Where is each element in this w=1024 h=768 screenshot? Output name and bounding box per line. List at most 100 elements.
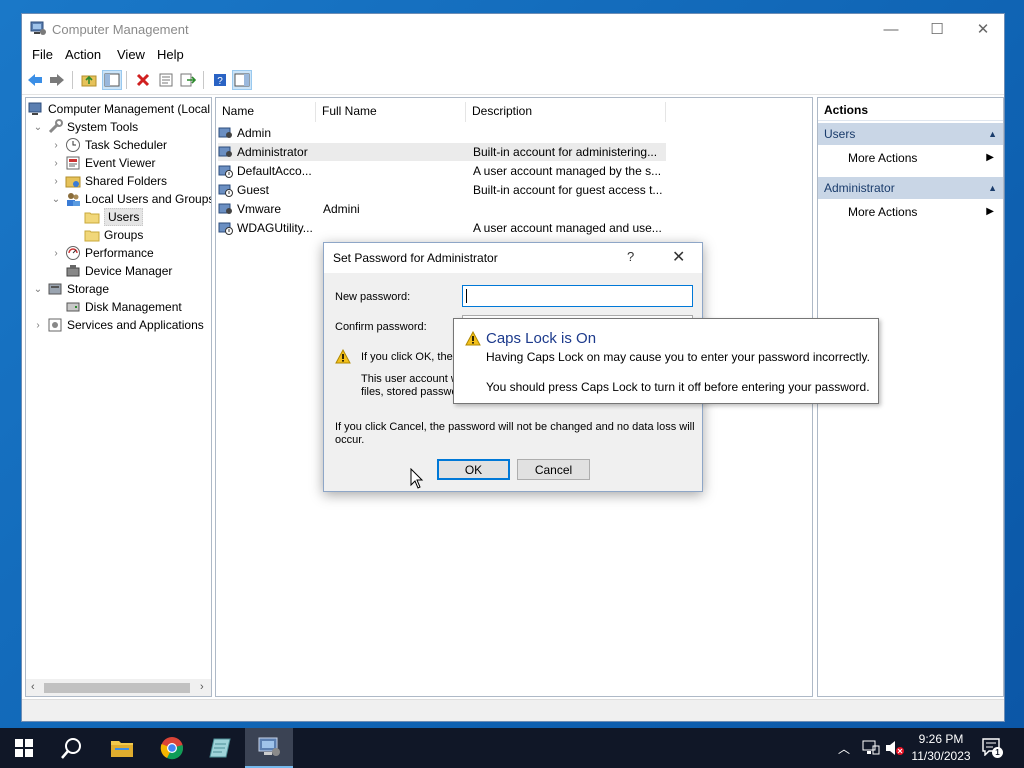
back-button[interactable] <box>25 70 45 90</box>
tree-item-groups[interactable]: Groups <box>84 226 143 244</box>
tree-item-event-viewer[interactable]: › Event Viewer <box>50 154 155 172</box>
tree-item-root[interactable]: Computer Management (Local <box>28 100 210 118</box>
tree-item-task-scheduler[interactable]: › Task Scheduler <box>50 136 167 154</box>
list-item[interactable]: Vmware Admini <box>218 200 666 218</box>
forward-button[interactable] <box>47 70 67 90</box>
dialog-close-icon[interactable]: ✕ <box>672 247 685 267</box>
chevron-right-icon[interactable]: › <box>50 139 62 151</box>
tree-item-shared-folders[interactable]: › Shared Folders <box>50 172 167 190</box>
menu-file[interactable]: File <box>32 47 53 62</box>
chevron-down-icon[interactable]: ⌄ <box>50 193 62 205</box>
tree-item-device-manager[interactable]: Device Manager <box>65 262 172 280</box>
start-button[interactable] <box>0 728 48 768</box>
folder-icon <box>84 227 100 243</box>
tree-item-users[interactable]: Users <box>84 208 144 226</box>
chrome-button[interactable] <box>148 728 196 768</box>
text-caret <box>466 289 467 303</box>
tree-item-services-apps[interactable]: › Services and Applications <box>32 316 203 334</box>
help-button[interactable]: ? <box>210 70 230 90</box>
collapse-up-icon[interactable]: ▲ <box>988 177 997 199</box>
column-header-description[interactable]: Description <box>466 102 666 122</box>
cancel-note-line1: If you click Cancel, the password will n… <box>335 421 695 433</box>
title-bar[interactable]: Computer Management — ☐ ✕ <box>22 14 1004 44</box>
maximize-icon: ☐ <box>930 21 944 38</box>
delete-button[interactable] <box>133 70 153 90</box>
clock-date[interactable]: 11/30/2023 <box>908 749 974 763</box>
back-arrow-icon <box>28 74 42 86</box>
notification-center-button[interactable]: 1 <box>982 738 1003 758</box>
more-actions-administrator[interactable]: More Actions ▶ <box>848 202 998 222</box>
forward-arrow-icon <box>50 74 64 86</box>
collapse-up-icon[interactable]: ▲ <box>988 123 997 145</box>
tree-item-storage[interactable]: ⌄ Storage <box>32 280 109 298</box>
chevron-down-icon[interactable]: ⌄ <box>32 283 44 295</box>
list-item[interactable]: Admin <box>218 124 666 142</box>
file-explorer-button[interactable] <box>98 728 146 768</box>
scroll-thumb[interactable] <box>44 683 190 693</box>
disk-icon <box>65 299 81 315</box>
tree-horizontal-scrollbar[interactable]: ‹ › <box>26 679 211 696</box>
user-name: DefaultAcco... <box>237 164 312 178</box>
user-name: Vmware <box>237 202 282 216</box>
clock-time[interactable]: 9:26 PM <box>908 732 974 746</box>
list-item[interactable]: Guest Built-in account for guest access … <box>218 181 666 199</box>
tree-item-performance[interactable]: › Performance <box>50 244 154 262</box>
show-hidden-icons-chevron-icon[interactable]: ︿ <box>838 740 850 757</box>
submenu-arrow-icon: ▶ <box>986 152 994 163</box>
list-item[interactable]: DefaultAcco... A user account managed by… <box>218 162 666 180</box>
svg-text:?: ? <box>217 76 223 87</box>
help-book-icon: ? <box>214 74 226 87</box>
computer-management-taskbar-button[interactable] <box>245 728 293 768</box>
computer-icon <box>28 101 44 117</box>
maximize-button[interactable]: ☐ <box>914 14 960 44</box>
show-action-pane-button[interactable] <box>232 70 252 90</box>
toolbar: ? <box>22 67 1004 95</box>
chevron-right-icon[interactable]: › <box>50 247 62 259</box>
menu-bar: File Action View Help <box>22 44 1004 66</box>
close-button[interactable]: ✕ <box>960 14 1006 44</box>
up-folder-button[interactable] <box>79 70 99 90</box>
ok-button[interactable]: OK <box>437 459 510 480</box>
list-item[interactable]: WDAGUtility... A user account managed an… <box>218 219 666 237</box>
windows-logo-icon <box>15 739 33 757</box>
new-password-field[interactable] <box>462 285 693 307</box>
window-title: Computer Management <box>52 22 189 37</box>
chevron-right-icon[interactable]: › <box>50 157 62 169</box>
notes-app-button[interactable] <box>196 728 244 768</box>
list-item[interactable]: Administrator Built-in account for admin… <box>218 143 666 161</box>
caps-lock-tooltip: Caps Lock is On Having Caps Lock on may … <box>453 318 879 404</box>
chevron-right-icon[interactable]: › <box>50 175 62 187</box>
column-header-full-name[interactable]: Full Name <box>316 102 466 122</box>
menu-action[interactable]: Action <box>65 47 101 62</box>
actions-section-administrator[interactable]: Administrator ▲ <box>818 177 1003 199</box>
search-button[interactable] <box>48 728 96 768</box>
user-name: Administrator <box>237 145 308 159</box>
user-description: A user account managed and use... <box>473 221 662 235</box>
column-header-name[interactable]: Name <box>216 102 316 122</box>
tree-item-local-users-groups[interactable]: ⌄ Local Users and Groups <box>50 190 211 208</box>
tree-item-system-tools[interactable]: ⌄ System Tools <box>32 118 138 136</box>
chevron-down-icon[interactable]: ⌄ <box>32 121 44 133</box>
network-icon[interactable] <box>862 740 880 756</box>
performance-icon <box>65 245 81 261</box>
user-description: Built-in account for administering... <box>473 145 658 159</box>
scroll-left-icon[interactable]: ‹ <box>31 681 35 693</box>
show-hide-tree-button[interactable] <box>102 70 122 90</box>
help-icon[interactable]: ? <box>627 249 634 264</box>
minimize-button[interactable]: — <box>868 14 914 44</box>
menu-view[interactable]: View <box>117 47 145 62</box>
close-icon: ✕ <box>976 21 990 38</box>
notification-count-badge: 1 <box>992 747 1003 758</box>
more-actions-users[interactable]: More Actions ▶ <box>848 148 998 168</box>
properties-button[interactable] <box>156 70 176 90</box>
chevron-right-icon[interactable]: › <box>32 319 44 331</box>
export-list-button[interactable] <box>178 70 198 90</box>
scroll-right-icon[interactable]: › <box>200 681 204 693</box>
actions-section-users[interactable]: Users ▲ <box>818 123 1003 145</box>
menu-help[interactable]: Help <box>157 47 184 62</box>
tree-item-disk-management[interactable]: Disk Management <box>65 298 182 316</box>
volume-muted-icon[interactable] <box>885 740 905 756</box>
new-password-label: New password: <box>335 291 411 303</box>
confirm-password-label: Confirm password: <box>335 321 427 333</box>
cancel-button[interactable]: Cancel <box>517 459 590 480</box>
